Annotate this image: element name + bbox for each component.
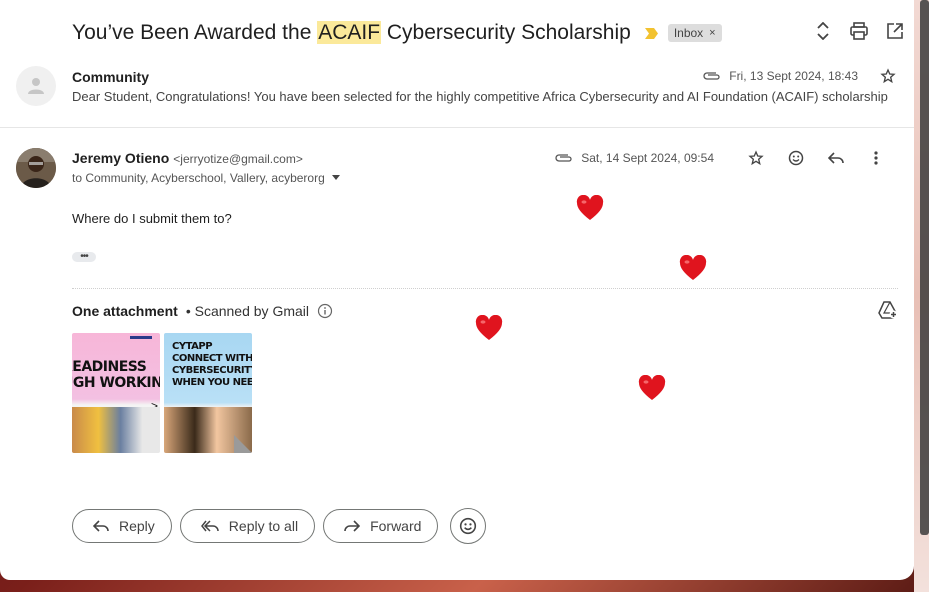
show-trimmed-content-button[interactable]: ••• (72, 252, 96, 262)
more-options-icon[interactable] (856, 148, 896, 168)
reply-all-label: Reply to all (228, 518, 299, 534)
attachment-count: One attachment (72, 303, 178, 319)
reply-all-button[interactable]: Reply to all (179, 509, 316, 543)
open-in-new-window-icon[interactable] (886, 22, 904, 40)
star-icon[interactable] (880, 68, 896, 84)
reply-label: Reply (119, 518, 155, 534)
inbox-label-chip[interactable]: Inbox × (667, 24, 722, 42)
window-edge-background (914, 0, 929, 592)
page-fold-icon (234, 435, 252, 453)
person-icon (28, 78, 44, 94)
attachment-icon (703, 72, 720, 80)
forward-label: Forward (370, 518, 422, 534)
importance-marker-icon[interactable] (644, 27, 658, 39)
message-meta: Fri, 13 Sept 2024, 18:43 (703, 68, 896, 84)
label-text: Inbox (673, 26, 704, 40)
subject-row: You’ve Been Awarded the ACAIF Cybersecur… (72, 18, 722, 48)
sender-line: Jeremy Otieno <jerryotize@gmail.com> (72, 150, 303, 166)
scanned-by-gmail: • Scanned by Gmail (185, 303, 309, 319)
print-icon[interactable] (850, 22, 868, 40)
remove-label-icon[interactable]: × (709, 27, 715, 39)
reply-button[interactable]: Reply (72, 509, 172, 543)
email-window: You’ve Been Awarded the ACAIF Cybersecur… (0, 0, 914, 580)
attachment-thumbnail[interactable]: READINESS UGH WORKING > (72, 333, 160, 453)
info-icon[interactable] (317, 303, 333, 319)
star-icon[interactable] (736, 148, 776, 168)
attachment-thumbnail[interactable]: CYTAPP CONNECT WITH CYBERSECURITY TALE W… (164, 333, 252, 453)
avatar (16, 66, 56, 106)
heart-icon (576, 195, 604, 220)
reply-all-icon (200, 520, 219, 532)
forward-button[interactable]: Forward (323, 509, 439, 543)
message-body: Where do I submit them to? (72, 211, 232, 226)
expand-all-icon[interactable] (814, 22, 832, 40)
sender-name: Community (72, 69, 149, 85)
heart-icon (679, 255, 707, 280)
add-reaction-icon[interactable] (776, 148, 816, 168)
message-snippet: Dear Student, Congratulations! You have … (72, 89, 888, 104)
thread-subject: You’ve Been Awarded the ACAIF Cybersecur… (72, 21, 631, 44)
sender-name[interactable]: Jeremy Otieno (72, 150, 169, 166)
attachment-divider (72, 288, 898, 289)
recipients: to Community, Acyberschool, Vallery, acy… (72, 171, 325, 185)
emoji-reaction-button[interactable] (450, 508, 487, 544)
scrollbar[interactable] (920, 0, 929, 535)
reply-icon[interactable] (816, 148, 856, 168)
thumbnail-text: READINESS UGH WORKING (72, 359, 160, 391)
message-meta: Sat, 14 Sept 2024, 09:54 (555, 148, 896, 168)
sender-email: <jerryotize@gmail.com> (173, 152, 303, 166)
thumbnail-text: CYTAPP CONNECT WITH CYBERSECURITY TALE W… (172, 341, 252, 388)
reply-icon (93, 520, 109, 532)
message-collapsed[interactable]: Community Fri, 13 Sept 2024, 18:43 Dear … (0, 60, 914, 128)
heart-icon (475, 315, 503, 340)
avatar[interactable] (16, 148, 56, 188)
thumbnail-photo (72, 407, 160, 453)
attachment-icon (555, 154, 572, 162)
thumbnail-logo (130, 336, 152, 339)
recipients-line: to Community, Acyberschool, Vallery, acy… (72, 171, 341, 185)
subject-highlight: ACAIF (317, 21, 382, 44)
message-actions: Reply Reply to all Forward (72, 508, 487, 544)
heart-icon (638, 375, 666, 400)
message-date: Fri, 13 Sept 2024, 18:43 (729, 69, 858, 83)
forward-icon (344, 520, 361, 532)
thread-actions (814, 22, 904, 40)
message-date: Sat, 14 Sept 2024, 09:54 (581, 151, 714, 165)
add-to-drive-icon[interactable] (878, 301, 898, 324)
emoji-icon (460, 517, 477, 535)
attachment-header: One attachment • Scanned by Gmail (72, 303, 333, 319)
show-details-dropdown-icon[interactable] (331, 174, 341, 182)
